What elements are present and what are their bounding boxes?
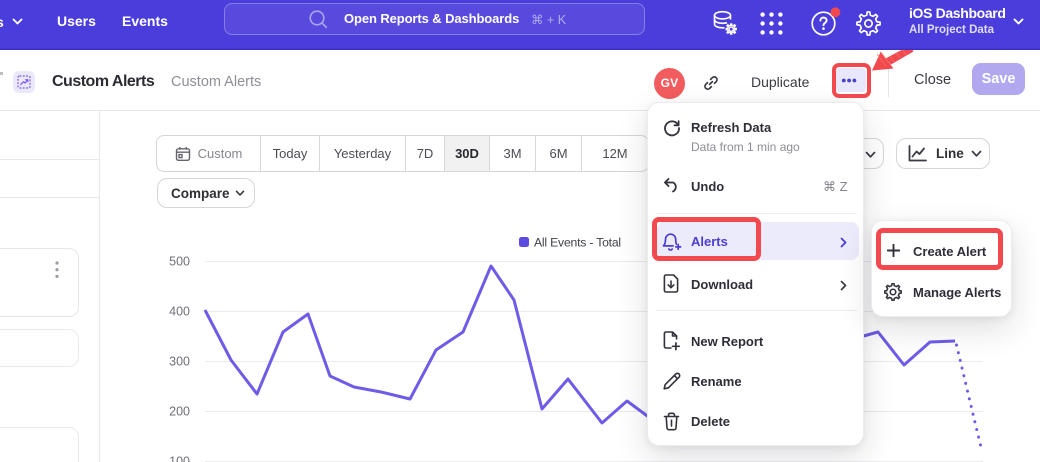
- svg-text:300: 300: [169, 355, 190, 369]
- svg-text:All Events - Total: All Events - Total: [534, 236, 621, 250]
- svg-text:200: 200: [169, 405, 190, 419]
- svg-text:400: 400: [169, 305, 190, 319]
- svg-text:500: 500: [169, 255, 190, 269]
- svg-text:100: 100: [169, 455, 190, 462]
